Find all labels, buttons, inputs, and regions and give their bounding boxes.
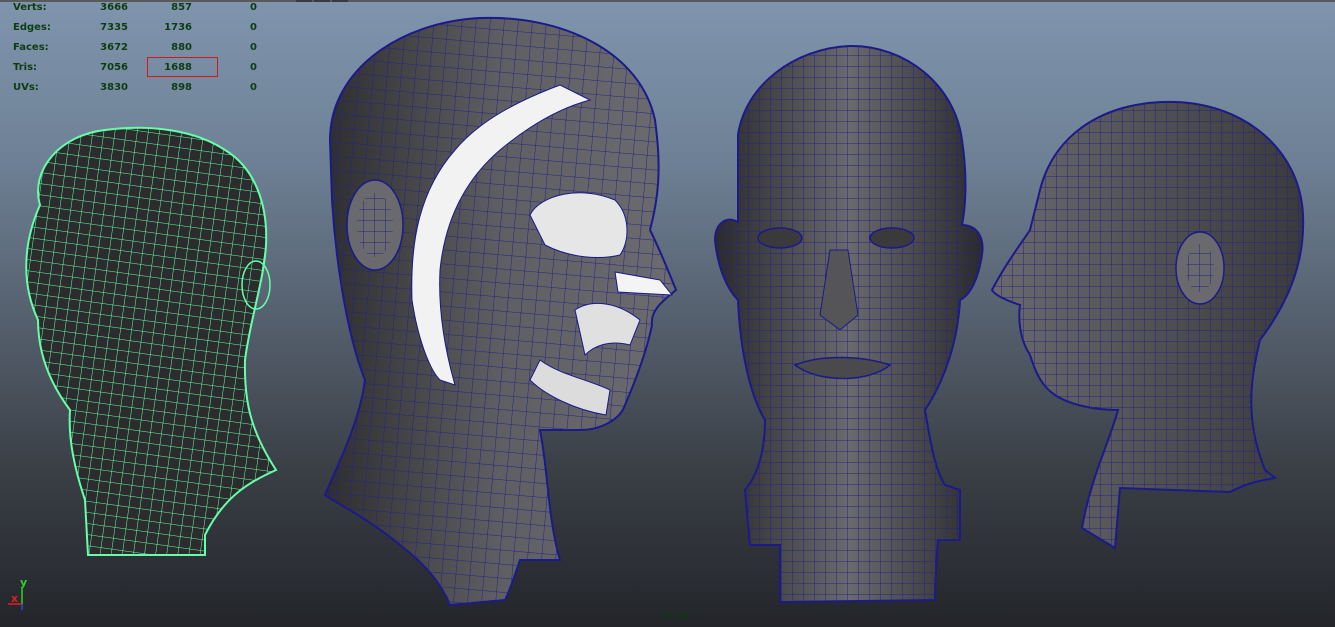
- hud-value-total: 3666: [100, 2, 128, 13]
- hud-label: Edges:: [13, 22, 51, 33]
- camera-name-label: persp: [660, 610, 690, 621]
- head-model-three-quarter[interactable]: [323, 16, 678, 607]
- hud-row-faces: Faces: 3672 880 0: [0, 40, 270, 60]
- hud-value-extra: 0: [250, 22, 257, 33]
- hud-value-total: 7335: [100, 22, 128, 33]
- axis-x-label: x: [11, 592, 18, 605]
- hud-value-total: 7056: [100, 62, 128, 73]
- hud-value-total: 3830: [100, 82, 128, 93]
- hud-value-extra: 0: [250, 42, 257, 53]
- hud-row-uvs: UVs: 3830 898 0: [0, 80, 270, 100]
- head-model-front[interactable]: [713, 44, 984, 604]
- axis-y-label: y: [20, 576, 27, 589]
- hud-label: Tris:: [13, 62, 38, 73]
- poly-count-hud: Verts: 3666 857 0 Edges: 7335 1736 0 Fac…: [0, 0, 270, 100]
- head-model-wireframe-selected[interactable]: [25, 126, 278, 556]
- hud-value-selected: 898: [171, 82, 192, 93]
- hud-value-selected: 1736: [164, 22, 192, 33]
- hud-value-extra: 0: [250, 62, 257, 73]
- hud-row-verts: Verts: 3666 857 0: [0, 0, 270, 20]
- hud-value-extra: 0: [250, 82, 257, 93]
- hud-value-extra: 0: [250, 2, 257, 13]
- hud-label: UVs:: [13, 82, 39, 93]
- hud-label: Faces:: [13, 42, 49, 53]
- hud-value-selected: 857: [171, 2, 192, 13]
- axis-gizmo: y x: [8, 576, 27, 610]
- hud-row-tris: Tris: 7056 1688 0: [0, 60, 270, 80]
- head-model-side[interactable]: [990, 100, 1305, 550]
- hud-row-edges: Edges: 7335 1736 0: [0, 20, 270, 40]
- hud-value-selected: 880: [171, 42, 192, 53]
- hud-value-total: 3672: [100, 42, 128, 53]
- hud-label: Verts:: [13, 2, 47, 13]
- tris-highlight-box: [147, 57, 218, 77]
